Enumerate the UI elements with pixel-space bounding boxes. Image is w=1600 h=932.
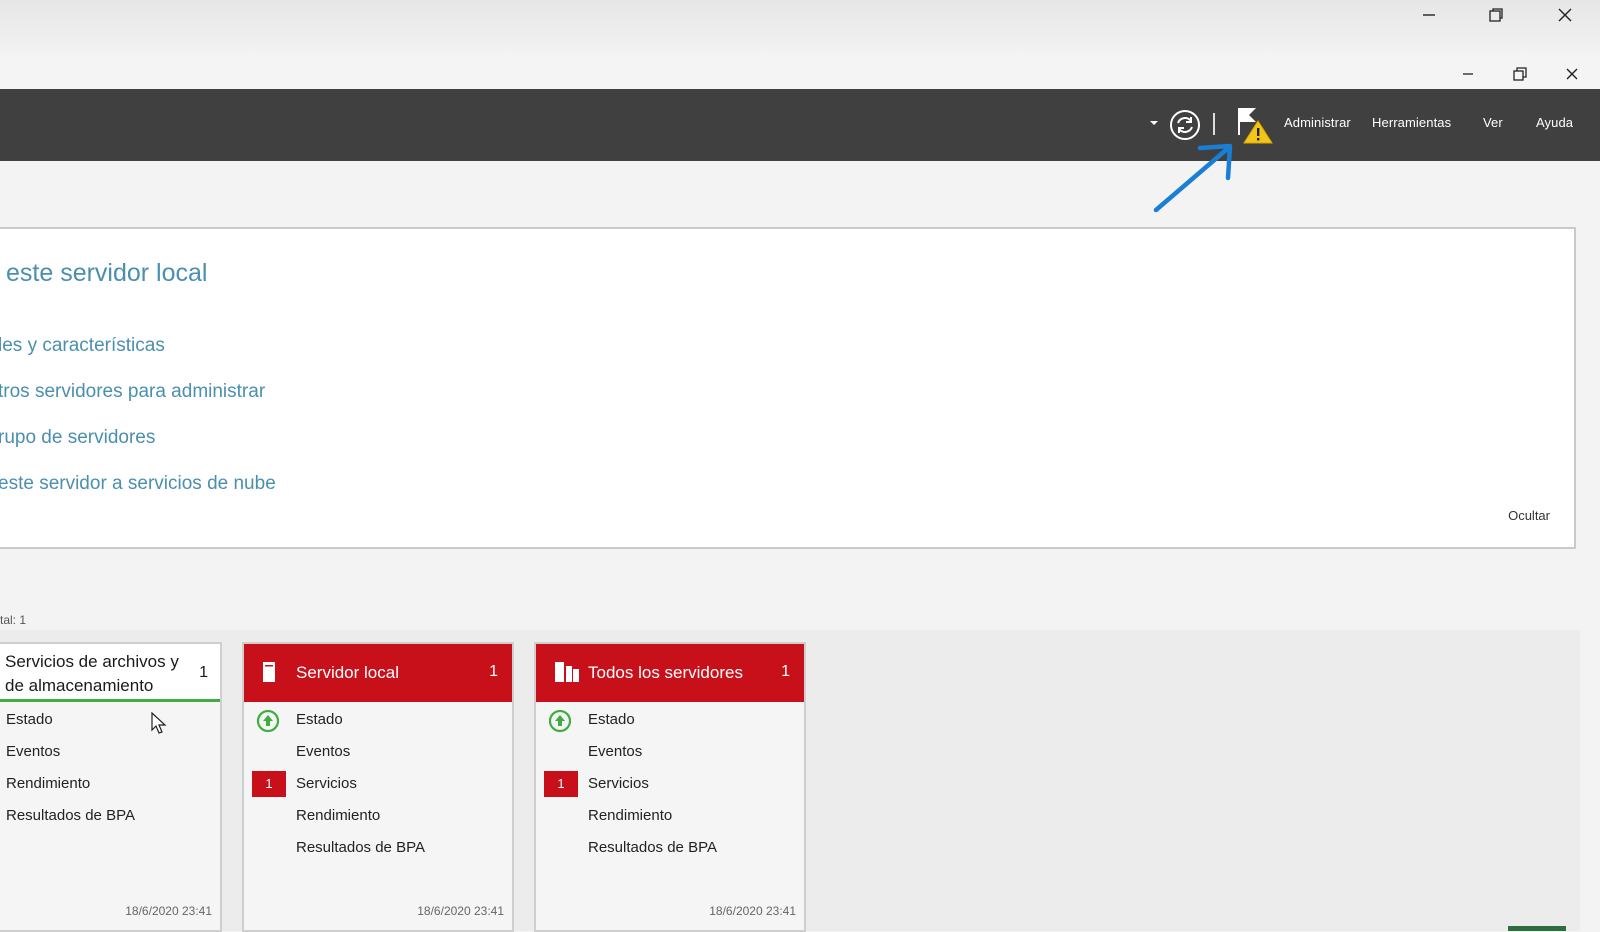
tile-row-rendimiento[interactable]: Rendimiento	[536, 802, 804, 830]
row-label: Resultados de BPA	[588, 839, 717, 856]
tile-row-bpa[interactable]: Resultados de BPA	[244, 834, 512, 862]
tile-header[interactable]: Servidor local 1	[244, 644, 512, 702]
header-divider	[1213, 113, 1215, 135]
menu-ver[interactable]: Ver	[1483, 115, 1503, 130]
annotation-arrow-icon	[1153, 143, 1233, 213]
close-icon	[1558, 8, 1572, 22]
app-window-titlebar	[0, 60, 1600, 89]
row-label: Resultados de BPA	[6, 807, 135, 824]
link-add-roles[interactable]: les y características	[0, 335, 165, 357]
tile-count: 1	[489, 663, 498, 680]
tile-count: 1	[199, 664, 208, 681]
tile-row-eventos[interactable]: Eventos	[536, 738, 804, 766]
menu-herramientas[interactable]: Herramientas	[1372, 115, 1451, 130]
notification-flag-warning-icon[interactable]	[1236, 105, 1276, 147]
welcome-panel: este servidor local les y característica…	[0, 227, 1576, 549]
hide-link[interactable]: Ocultar	[1508, 508, 1550, 523]
row-label: Rendimiento	[588, 807, 673, 824]
servers-icon	[555, 662, 579, 682]
tile-row-bpa[interactable]: Resultados de BPA	[0, 802, 220, 830]
link-create-server-group[interactable]: rupo de servidores	[0, 427, 155, 449]
dropdown-caret-icon[interactable]	[1149, 119, 1159, 127]
alert-count-badge: 1	[544, 771, 578, 797]
outer-restore-button[interactable]	[1481, 3, 1511, 27]
refresh-icon[interactable]	[1168, 108, 1202, 142]
restore-icon	[1489, 8, 1503, 22]
tile-header[interactable]: Servicios de archivos y de almacenamient…	[0, 644, 220, 702]
row-label: Servicios	[588, 775, 649, 792]
minimize-icon	[1423, 14, 1435, 16]
restore-icon	[1513, 67, 1527, 81]
tile-row-estado[interactable]: Estado	[0, 706, 220, 734]
tile-row-eventos[interactable]: Eventos	[244, 738, 512, 766]
tile-count: 1	[781, 663, 790, 680]
row-label: Eventos	[588, 743, 643, 760]
tile-title: Todos los servidores	[588, 663, 743, 682]
tile-row-rendimiento[interactable]: Rendimiento	[244, 802, 512, 830]
menu-ayuda[interactable]: Ayuda	[1536, 115, 1573, 130]
row-label: Eventos	[296, 743, 351, 760]
outer-close-button[interactable]	[1550, 3, 1580, 27]
close-icon	[1566, 68, 1578, 80]
minimize-icon	[1463, 73, 1473, 75]
row-label: Servicios	[296, 775, 357, 792]
tile-file-services[interactable]: Servicios de archivos y de almacenamient…	[0, 642, 222, 932]
app-minimize-button[interactable]	[1453, 62, 1483, 86]
tile-header[interactable]: Todos los servidores 1	[536, 644, 804, 702]
tile-timestamp: 18/6/2020 23:41	[125, 904, 212, 918]
tile-timestamp: 18/6/2020 23:41	[417, 904, 504, 918]
tile-row-eventos[interactable]: Eventos	[0, 738, 220, 766]
tile-title: Servicios de archivos y de almacenamient…	[5, 652, 179, 695]
tile-row-bpa[interactable]: Resultados de BPA	[536, 834, 804, 862]
app-close-button[interactable]	[1557, 62, 1587, 86]
app-restore-button[interactable]	[1505, 62, 1535, 86]
server-icon	[263, 662, 275, 682]
link-add-servers[interactable]: tros servidores para administrar	[0, 381, 265, 403]
roles-total-label: tal: 1	[0, 613, 27, 627]
tile-row-servicios[interactable]: 1 Servicios	[536, 770, 804, 798]
link-connect-cloud[interactable]: este servidor a servicios de nube	[0, 473, 276, 495]
tile-title: Servidor local	[296, 663, 399, 682]
outer-minimize-button[interactable]	[1414, 3, 1444, 27]
row-label: Resultados de BPA	[296, 839, 425, 856]
mouse-cursor-icon	[151, 712, 167, 734]
tile-row-servicios[interactable]: 1 Servicios	[244, 770, 512, 798]
tile-row-estado[interactable]: Estado	[536, 706, 804, 734]
row-label: Rendimiento	[6, 775, 91, 792]
status-ok-icon	[256, 709, 280, 733]
row-label: Rendimiento	[296, 807, 381, 824]
row-label: Estado	[6, 711, 53, 728]
tile-local-server[interactable]: Servidor local 1 Estado Eventos 1 Servic…	[242, 642, 514, 932]
welcome-title: este servidor local	[6, 259, 208, 287]
row-label: Estado	[588, 711, 635, 728]
menu-administrar[interactable]: Administrar	[1284, 115, 1351, 130]
row-label: Estado	[296, 711, 343, 728]
tile-timestamp: 18/6/2020 23:41	[709, 904, 796, 918]
tile-row-rendimiento[interactable]: Rendimiento	[0, 770, 220, 798]
status-ok-icon	[548, 709, 572, 733]
green-corner-indicator	[1508, 926, 1566, 931]
tile-row-estado[interactable]: Estado	[244, 706, 512, 734]
server-manager-header: Administrar Herramientas Ver Ayuda	[0, 89, 1600, 161]
tile-all-servers[interactable]: Todos los servidores 1 Estado Eventos 1 …	[534, 642, 806, 932]
alert-count-badge: 1	[252, 771, 286, 797]
row-label: Eventos	[6, 743, 61, 760]
outer-window-titlebar	[0, 0, 1600, 60]
